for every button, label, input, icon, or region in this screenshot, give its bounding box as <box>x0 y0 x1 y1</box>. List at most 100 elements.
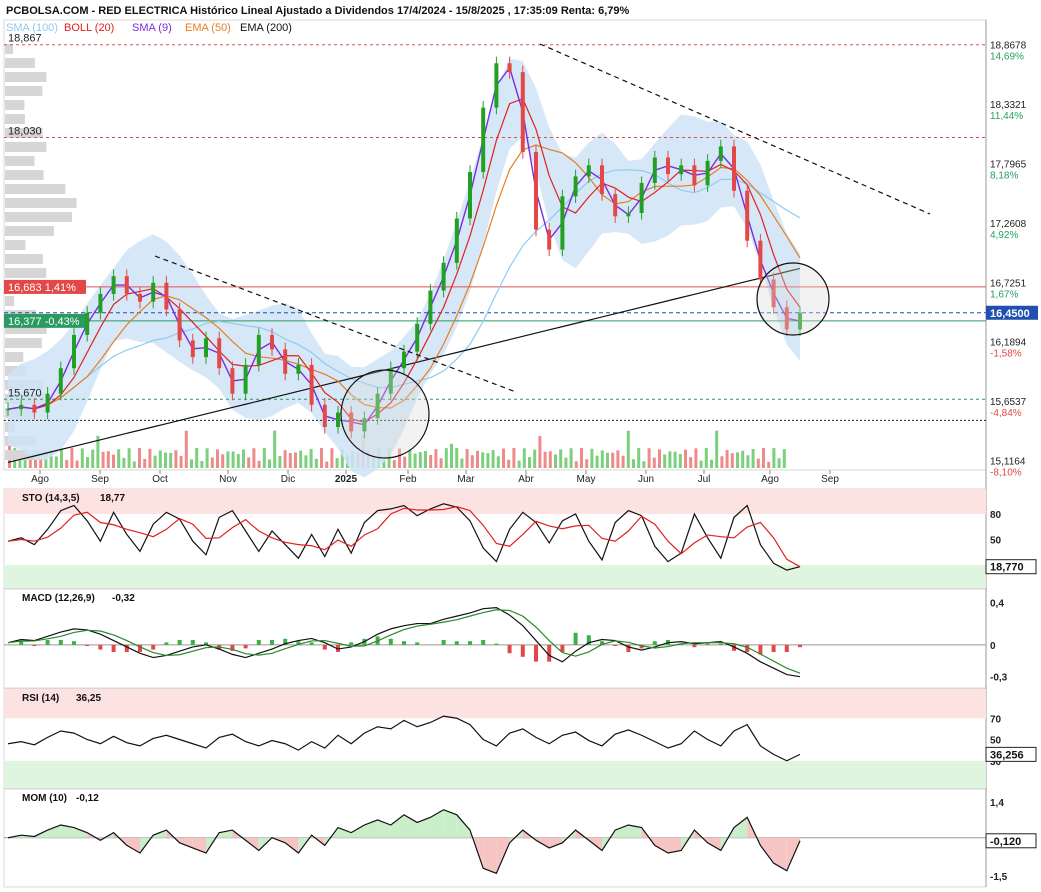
panel-frame <box>3 588 987 689</box>
candle-body <box>32 404 37 413</box>
macd-histogram-bar <box>402 641 406 645</box>
month-label-4: Dic <box>281 474 295 485</box>
volume-bar <box>252 448 256 468</box>
volume-profile-bar <box>5 226 54 236</box>
volume-profile-bar <box>5 114 25 124</box>
candle-body <box>454 218 459 263</box>
month-label-8: Abr <box>518 474 534 485</box>
candle-body <box>230 368 235 394</box>
volume-bar <box>616 450 620 468</box>
volume-bar <box>559 449 563 468</box>
y-axis-pct-4: 1,67% <box>990 289 1018 300</box>
macd-value: -0,32 <box>112 593 135 604</box>
rsi-current-label: 36,256 <box>990 749 1024 761</box>
y-axis-label-0: 18,8678 <box>990 41 1027 52</box>
month-label-13: Sep <box>821 474 839 485</box>
level-label-0: 18,867 <box>8 33 42 45</box>
level-label-3: 16,377 -0,43% <box>8 316 80 328</box>
candle-body <box>177 309 182 341</box>
macd-histogram-bar <box>454 641 459 645</box>
month-label-10: Jun <box>638 474 654 485</box>
y-axis-pct-2: 8,18% <box>990 170 1018 181</box>
rsi-oversold-zone <box>4 760 986 788</box>
volume-bar <box>247 457 251 468</box>
volume-bar <box>444 448 448 468</box>
volume-bar <box>283 450 287 468</box>
volume-bar <box>179 455 183 468</box>
volume-bar <box>335 458 339 468</box>
volume-bar <box>210 457 214 468</box>
level-label-4: 15,670 <box>8 387 42 399</box>
volume-bar <box>190 459 193 468</box>
volume-bar <box>486 453 490 468</box>
month-label-2: Oct <box>152 474 168 485</box>
macd-histogram-bar <box>705 643 710 645</box>
volume-bar <box>590 448 594 468</box>
macd-axis-label-0: 0,4 <box>990 598 1004 609</box>
volume-bar <box>112 454 115 468</box>
volume-bar <box>652 457 656 468</box>
volume-bar <box>273 430 277 468</box>
candle-body <box>573 176 578 197</box>
volume-bar <box>684 449 687 468</box>
candle-body <box>217 338 222 369</box>
legend-ema200: EMA (200) <box>240 22 292 34</box>
candle-body <box>309 364 314 405</box>
volume-bar <box>470 455 474 468</box>
volume-bar <box>205 448 209 468</box>
macd-axis-label-1: 0 <box>990 641 996 652</box>
volume-bar <box>481 452 485 468</box>
month-label-0: Ago <box>31 474 49 485</box>
volume-bar <box>465 448 469 468</box>
month-label-12: Ago <box>761 474 779 485</box>
candle-body <box>758 240 763 280</box>
mom-area <box>179 837 193 848</box>
volume-bar <box>153 455 157 468</box>
mom-value: -0,12 <box>76 793 99 804</box>
volume-bar <box>413 453 417 468</box>
macd-histogram-bar <box>45 640 50 645</box>
volume-profile-bar <box>5 100 25 110</box>
volume-bar <box>195 448 199 468</box>
volume-profile-bar <box>5 44 13 54</box>
volume-bar <box>663 454 667 468</box>
volume-bar <box>647 448 651 468</box>
candle-body <box>428 290 433 324</box>
volume-bar <box>715 430 719 468</box>
volume-bar <box>626 430 630 468</box>
volume-bar <box>756 458 760 468</box>
volume-bar <box>704 448 708 468</box>
volume-bar <box>710 459 713 468</box>
rsi-label: RSI (14) <box>22 693 59 704</box>
volume-bar <box>262 448 266 468</box>
volume-profile-bar <box>5 296 15 306</box>
volume-bar <box>460 458 464 468</box>
rsi-axis-label-1: 50 <box>990 736 1002 747</box>
volume-bar <box>408 449 412 468</box>
volume-bar <box>143 458 147 468</box>
macd-histogram-bar <box>718 643 723 645</box>
volume-profile-bar <box>5 254 43 264</box>
highlight-circle-1 <box>340 369 430 459</box>
volume-bar <box>320 448 323 468</box>
macd-histogram-bar <box>771 644 776 653</box>
macd-histogram-bar <box>164 642 169 645</box>
volume-bar <box>330 448 334 468</box>
volume-bar <box>164 452 167 468</box>
volume-bar <box>294 452 297 468</box>
volume-bar <box>309 448 313 468</box>
macd-histogram-bar <box>798 644 802 648</box>
y-axis-label-2: 17,7965 <box>990 159 1027 170</box>
candle-body <box>639 183 644 213</box>
y-axis-pct-6: -4,84% <box>990 408 1022 419</box>
volume-bar <box>782 449 786 468</box>
volume-profile-bar <box>5 142 47 152</box>
candle-body <box>494 63 499 108</box>
volume-bar <box>434 449 438 468</box>
volume-bar <box>637 448 641 468</box>
volume-bar <box>678 453 682 468</box>
volume-bar <box>595 455 599 468</box>
volume-bar <box>325 461 329 468</box>
volume-bar <box>106 451 110 468</box>
volume-bar <box>658 449 661 468</box>
